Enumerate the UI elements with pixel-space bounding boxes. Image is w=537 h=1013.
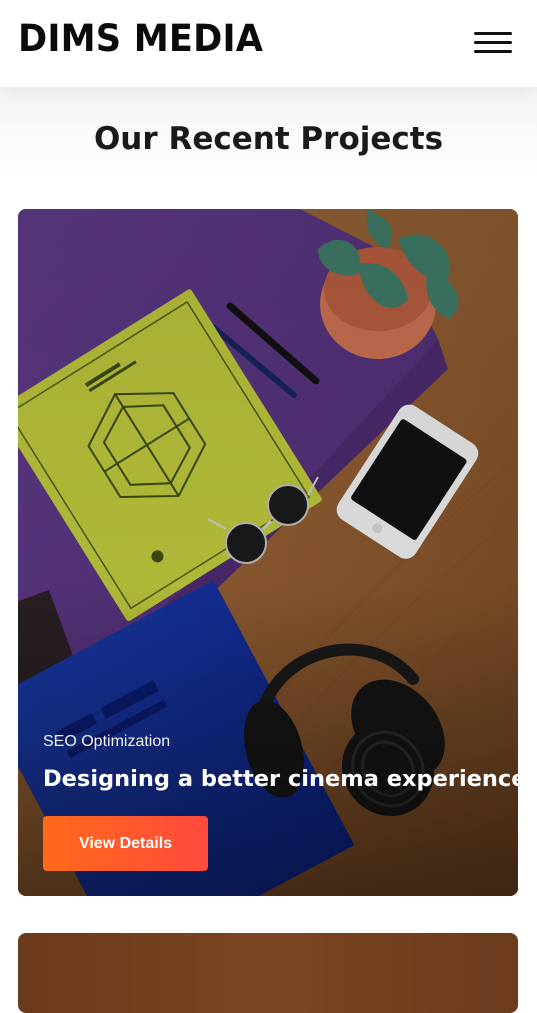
site-logo[interactable]: DIMS MEDIA [18, 16, 263, 62]
site-header: DIMS MEDIA [0, 0, 537, 87]
project-card[interactable]: SEO Optimization Designing a better cine… [18, 209, 518, 896]
project-title[interactable]: Designing a better cinema experience [43, 763, 518, 795]
hamburger-menu-icon[interactable] [472, 28, 514, 58]
project-category[interactable]: SEO Optimization [43, 731, 170, 753]
menu-line [474, 50, 512, 53]
section-title: Our Recent Projects [93, 121, 444, 157]
menu-line [474, 32, 512, 35]
menu-line [474, 41, 512, 44]
view-details-button[interactable]: View Details [43, 816, 208, 871]
project-card-next[interactable] [18, 933, 518, 1013]
